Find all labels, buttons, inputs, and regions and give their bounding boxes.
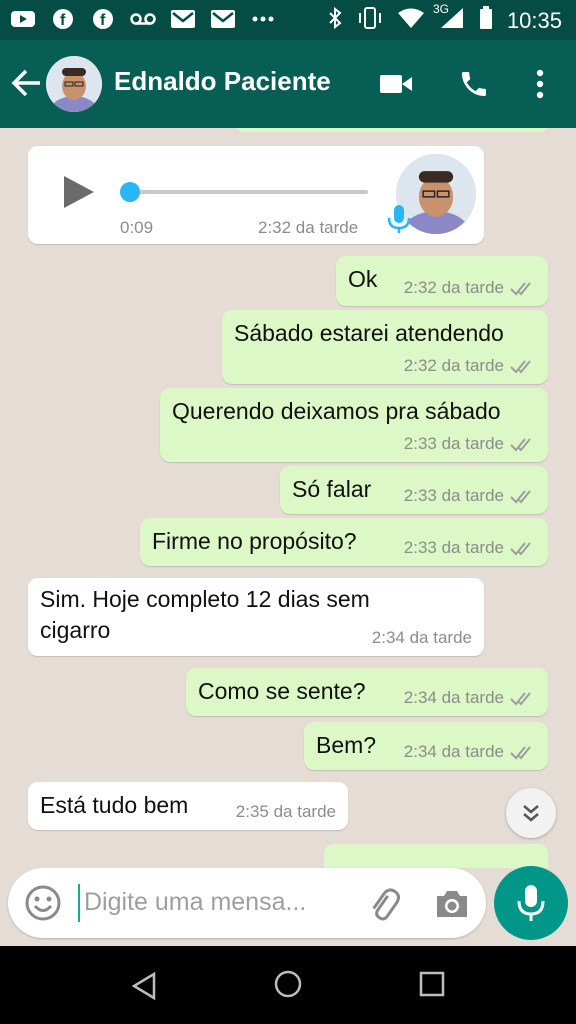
cropped-bubble <box>324 844 548 868</box>
more-vert-icon[interactable] <box>520 64 560 104</box>
audio-progress-track[interactable] <box>128 190 368 194</box>
voice-duration: 0:09 <box>120 218 154 237</box>
voice-message[interactable]: 0:09 2:32 da tarde <box>28 146 484 244</box>
wifi-icon <box>397 7 425 34</box>
double-check-icon <box>510 282 531 296</box>
message-time: 2:33 da tarde <box>403 486 504 505</box>
audio-progress-knob[interactable] <box>120 182 140 202</box>
nav-home-icon[interactable] <box>272 968 304 1000</box>
scroll-to-bottom-button[interactable] <box>506 788 556 838</box>
message-text: Querendo deixamos pra sábado <box>172 398 501 424</box>
attach-icon[interactable] <box>362 884 402 924</box>
message-bubble-outgoing[interactable]: Só falar 2:33 da tarde <box>280 466 548 514</box>
message-time: 2:33 da tarde <box>403 538 504 557</box>
message-text: Ok <box>348 266 378 292</box>
phone-call-icon[interactable] <box>454 64 494 104</box>
message-time: 2:33 da tarde <box>403 434 504 453</box>
svg-text:f: f <box>100 12 106 29</box>
message-text: Está tudo bem <box>40 792 189 818</box>
message-time: 2:34 da tarde <box>371 628 472 647</box>
message-line: cigarro <box>40 617 111 643</box>
nav-recent-apps-icon[interactable] <box>418 970 446 998</box>
bluetooth-icon <box>327 6 343 35</box>
avatar[interactable] <box>46 56 102 112</box>
voice-timestamp: 2:32 da tarde <box>258 218 359 237</box>
youtube-icon <box>10 8 36 30</box>
mic-icon <box>517 885 545 921</box>
camera-icon[interactable] <box>432 884 472 924</box>
chat-messages[interactable]: 0:09 2:32 da tarde Ok 2:32 da tarde Sába… <box>0 128 576 868</box>
back-arrow-icon[interactable] <box>10 66 44 100</box>
mic-icon <box>386 204 412 234</box>
double-check-icon <box>510 542 531 556</box>
message-bubble-outgoing[interactable]: Querendo deixamos pra sábado 2:33 da tar… <box>160 388 548 462</box>
voicemail-icon <box>130 8 156 30</box>
message-text: Sim. Hoje completo 12 dias sem cigarro <box>40 584 370 646</box>
message-bubble-outgoing[interactable]: Firme no propósito? 2:33 da tarde <box>140 518 548 566</box>
signal-icon: 3G <box>433 2 465 35</box>
vibrate-icon <box>357 6 383 35</box>
nav-back-icon[interactable] <box>128 970 160 1002</box>
double-check-icon <box>510 692 531 706</box>
message-bubble-outgoing[interactable]: Sábado estarei atendendo 2:32 da tarde <box>222 310 548 384</box>
message-time: 2:34 da tarde <box>403 742 504 761</box>
message-composer[interactable]: Digite uma mensa... <box>8 868 486 938</box>
message-line: Sim. Hoje completo 12 dias sem <box>40 586 370 612</box>
message-time: 2:32 da tarde <box>403 356 504 375</box>
status-bar: f f 3G 10:35 <box>0 0 576 40</box>
network-type: 3G <box>432 2 449 16</box>
chat-header: Ednaldo Paciente <box>0 40 576 128</box>
notification-icons: f f <box>10 8 276 30</box>
message-time: 2:32 da tarde <box>403 278 504 297</box>
double-check-icon <box>510 360 531 374</box>
double-check-icon <box>510 438 531 452</box>
gmail-icon <box>210 8 236 30</box>
message-bubble-incoming[interactable]: Está tudo bem 2:35 da tarde <box>28 782 348 830</box>
cropped-bubble <box>236 128 548 132</box>
emoji-icon[interactable] <box>24 884 62 922</box>
message-bubble-outgoing[interactable]: Como se sente? 2:34 da tarde <box>186 668 548 716</box>
double-check-icon <box>510 490 531 504</box>
clock: 10:35 <box>506 7 562 33</box>
message-time: 2:34 da tarde <box>403 688 504 707</box>
chevron-down-icon <box>523 805 539 822</box>
system-indicators: 3G 10:35 <box>327 2 562 35</box>
message-input[interactable]: Digite uma mensa... <box>84 888 306 917</box>
system-nav-bar <box>0 946 576 1024</box>
message-bubble-outgoing[interactable]: Ok 2:32 da tarde <box>336 256 548 306</box>
message-time: 2:35 da tarde <box>235 802 336 821</box>
double-check-icon <box>510 746 531 760</box>
svg-text:f: f <box>60 12 66 29</box>
play-icon[interactable] <box>60 174 96 210</box>
more-icon <box>250 8 276 30</box>
battery-icon <box>479 6 493 35</box>
message-text: Firme no propósito? <box>152 528 357 554</box>
text-cursor <box>78 884 80 922</box>
message-text: Sábado estarei atendendo <box>234 320 504 346</box>
video-call-icon[interactable] <box>376 64 416 104</box>
message-text: Só falar <box>292 476 372 502</box>
message-bubble-outgoing[interactable]: Bem? 2:34 da tarde <box>304 722 548 770</box>
message-text: Como se sente? <box>198 678 366 704</box>
record-voice-button[interactable] <box>494 866 568 940</box>
contact-name[interactable]: Ednaldo Paciente <box>114 66 331 97</box>
facebook-icon: f <box>90 8 116 30</box>
message-bubble-incoming[interactable]: Sim. Hoje completo 12 dias sem cigarro 2… <box>28 578 484 656</box>
facebook-icon: f <box>50 8 76 30</box>
gmail-icon <box>170 8 196 30</box>
message-text: Bem? <box>316 732 377 758</box>
